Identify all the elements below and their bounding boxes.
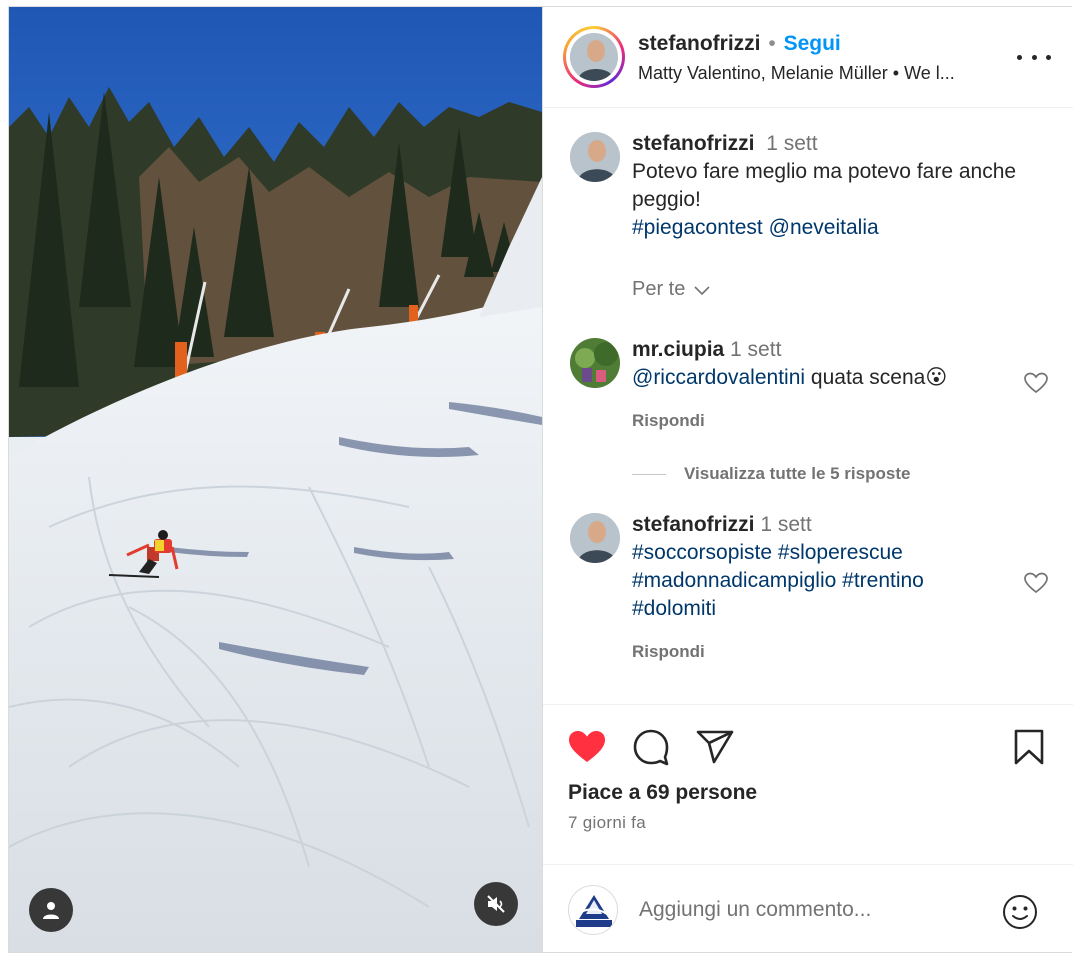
comment: mr.ciupia 1 sett @riccardovalentini quat…	[632, 336, 1012, 392]
post-side-panel: stefanofrizzi • Segui Matty Valentino, M…	[542, 7, 1073, 952]
ski-slope-scene	[9, 7, 542, 952]
view-replies-label: Visualizza tutte le 5 risposte	[684, 464, 911, 483]
like-comment-heart-icon[interactable]	[1023, 570, 1049, 596]
paper-plane-icon[interactable]	[695, 727, 735, 767]
person-icon	[43, 902, 59, 919]
reply-button[interactable]: Rispondi	[632, 642, 705, 662]
comment-author[interactable]: stefanofrizzi	[632, 513, 755, 536]
view-replies-button[interactable]: Visualizza tutte le 5 risposte	[632, 464, 910, 484]
caption-mention[interactable]: @neveitalia	[769, 216, 879, 239]
comment-time: 1 sett	[730, 338, 782, 361]
current-user-avatar[interactable]	[568, 885, 618, 935]
post-video[interactable]	[9, 7, 542, 952]
caption-text: Potevo fare meglio ma potevo fare anche …	[632, 160, 1017, 211]
caption-author[interactable]: stefanofrizzi	[632, 132, 755, 155]
comment-time: 1 sett	[760, 513, 812, 536]
post-actions: Piace a 69 persone 7 giorni fa	[543, 704, 1073, 864]
post-date[interactable]: 7 giorni fa	[568, 813, 646, 833]
author-username[interactable]: stefanofrizzi	[638, 32, 761, 55]
follow-button[interactable]: Segui	[784, 32, 841, 55]
comment-author[interactable]: mr.ciupia	[632, 338, 724, 361]
mute-toggle-button[interactable]	[474, 882, 518, 926]
comments-list: stefanofrizzi 1 sett Potevo fare meglio …	[543, 108, 1073, 704]
comments-filter-label: Per te	[632, 278, 686, 300]
post-header: stefanofrizzi • Segui Matty Valentino, M…	[543, 7, 1073, 108]
more-horizontal-icon	[1017, 54, 1022, 60]
add-comment-input[interactable]	[639, 893, 969, 927]
author-avatar[interactable]	[570, 33, 618, 81]
like-comment-heart-icon[interactable]	[1023, 370, 1049, 396]
bookmark-icon[interactable]	[1009, 727, 1049, 767]
smiley-icon[interactable]	[1001, 893, 1039, 931]
post-dialog: stefanofrizzi • Segui Matty Valentino, M…	[8, 6, 1073, 953]
comment-hashtags[interactable]: #soccorsopiste #sloperescue #madonnadica…	[632, 541, 924, 620]
audio-attribution[interactable]: Matty Valentino, Melanie Müller • We l..…	[638, 63, 1008, 84]
commenter-avatar[interactable]	[570, 338, 620, 388]
likes-count[interactable]: Piace a 69 persone	[568, 781, 757, 805]
commenter-avatar[interactable]	[570, 513, 620, 563]
caption: stefanofrizzi 1 sett Potevo fare meglio …	[632, 130, 1022, 242]
comments-filter-dropdown[interactable]: Per te	[632, 278, 711, 301]
reply-button[interactable]: Rispondi	[632, 411, 705, 431]
caption-time: 1 sett	[766, 132, 818, 155]
comment-mention[interactable]: @riccardovalentini	[632, 366, 805, 389]
chevron-down-icon	[694, 285, 710, 295]
caption-author-avatar[interactable]	[570, 132, 620, 182]
separator-dot: •	[768, 32, 776, 55]
speaker-muted-icon	[487, 895, 505, 913]
heart-filled-icon[interactable]	[567, 727, 607, 767]
tagged-users-button[interactable]	[29, 888, 73, 932]
caption-hashtag[interactable]: #piegacontest	[632, 216, 763, 239]
comment-text: quata scena😮	[810, 366, 948, 389]
comment: stefanofrizzi 1 sett #soccorsopiste #slo…	[632, 511, 1012, 623]
comment-bubble-icon[interactable]	[631, 727, 671, 767]
comment-composer	[543, 864, 1073, 952]
more-options-button[interactable]	[1017, 45, 1051, 69]
